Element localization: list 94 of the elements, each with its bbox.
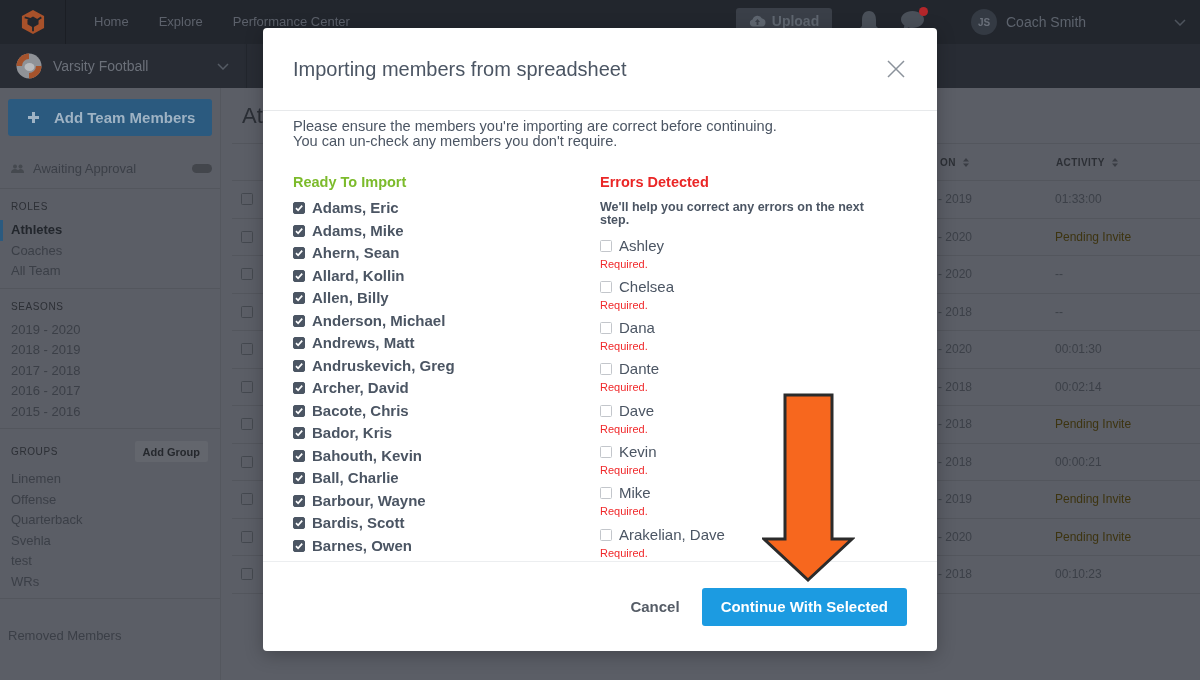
checkbox[interactable] <box>293 539 305 552</box>
member-name: Bador, Kris <box>312 424 393 443</box>
table-cell-text: -- <box>1055 304 1064 319</box>
cloud-upload-icon <box>748 14 766 27</box>
user-name[interactable]: Coach Smith <box>1006 14 1087 30</box>
sort-icon <box>1111 157 1118 167</box>
checkbox[interactable] <box>241 380 253 393</box>
error-message: Required. <box>600 504 648 519</box>
sort-icon <box>962 157 969 167</box>
nav-link[interactable]: Performance Center <box>232 14 350 28</box>
nav-link[interactable]: Home <box>94 14 129 28</box>
checkbox[interactable] <box>241 193 253 206</box>
logo-icon[interactable] <box>20 9 45 35</box>
add-team-members-button[interactable]: Add Team Members <box>8 99 212 136</box>
checkbox[interactable] <box>293 517 305 530</box>
intro-text: Please ensure the members you're importing are correct before continuing. <box>293 118 777 134</box>
checkbox[interactable] <box>241 530 253 543</box>
help-note: We'll help you correct any errors on the next step. <box>600 201 865 227</box>
member-name: Barbour, Wayne <box>312 491 426 510</box>
table-cell-text: Pending Invite <box>1055 417 1133 432</box>
member-name: Anderson, Michael <box>312 311 446 330</box>
close-icon <box>887 60 905 78</box>
checkbox[interactable] <box>293 224 305 237</box>
table-cell-text: Pending Invite <box>1055 492 1133 507</box>
member-name: Ashley <box>619 236 665 255</box>
checkbox[interactable] <box>293 202 305 215</box>
member-name: Adams, Eric <box>312 199 399 218</box>
checkbox[interactable] <box>241 305 253 318</box>
checkbox[interactable] <box>293 292 305 305</box>
checkbox[interactable] <box>293 382 305 395</box>
error-message: Required. <box>600 297 648 312</box>
member-name: Dave <box>619 401 655 420</box>
cancel-button[interactable]: Cancel <box>630 598 680 615</box>
checkbox[interactable] <box>293 269 305 282</box>
sidebar-item[interactable]: Athletes <box>0 220 220 241</box>
error-message: Required. <box>600 256 648 271</box>
table-cell-text: Pending Invite <box>1055 229 1133 244</box>
member-name: Ahern, Sean <box>312 244 400 263</box>
error-message: Required. <box>600 421 648 436</box>
member-name: Kevin <box>619 443 657 461</box>
intro-text: You can un-check any members you don't require. <box>293 133 618 149</box>
member-name: Andruskevich, Greg <box>312 356 455 375</box>
checkbox[interactable] <box>241 455 253 468</box>
checkbox[interactable] <box>241 268 253 281</box>
member-name: Dana <box>619 319 655 338</box>
team-name[interactable]: Varsity Football <box>53 58 149 74</box>
checkbox[interactable] <box>293 427 305 440</box>
error-message: Required. <box>600 545 648 560</box>
table-cell-text: Pending Invite <box>1055 529 1133 544</box>
chat-icon[interactable] <box>900 10 925 28</box>
column-heading: Errors Detected <box>600 173 709 191</box>
member-name: Dante <box>619 360 660 379</box>
checkbox[interactable] <box>241 230 253 243</box>
error-message: Required. <box>600 339 648 354</box>
error-message: Required. <box>600 380 648 395</box>
member-name: Ball, Charlie <box>312 469 399 488</box>
chevron-down-icon[interactable] <box>1174 18 1186 26</box>
checkbox[interactable] <box>293 314 305 327</box>
checkbox[interactable] <box>241 418 253 431</box>
close-button[interactable] <box>887 60 905 78</box>
checkbox[interactable] <box>293 404 305 417</box>
member-name: Andrews, Matt <box>312 334 415 353</box>
checkbox[interactable] <box>293 472 305 485</box>
member-name: Barnes, Owen <box>312 536 413 555</box>
bell-icon[interactable] <box>858 10 880 28</box>
column-heading: Ready To Import <box>293 173 407 191</box>
member-name: Allard, Kollin <box>312 266 405 285</box>
member-name: Bahouth, Kevin <box>312 446 422 465</box>
member-name: Chelsea <box>619 277 675 296</box>
checkbox[interactable] <box>241 493 253 506</box>
dialog-title: Importing members from spreadsheet <box>293 57 627 81</box>
pill-icon <box>192 163 212 173</box>
team-logo-icon <box>16 53 42 79</box>
chevron-down-icon[interactable] <box>217 62 229 70</box>
member-name: Bardis, Scott <box>312 514 405 533</box>
error-message: Required. <box>600 463 648 477</box>
member-name: Bacote, Chris <box>312 401 409 420</box>
table-cell-text: -- <box>1055 267 1064 282</box>
checkbox[interactable] <box>241 343 253 356</box>
plus-icon <box>28 112 39 123</box>
member-name: Arakelian, Dave <box>619 525 725 544</box>
checkbox[interactable] <box>293 337 305 350</box>
member-name: Mike <box>619 484 651 503</box>
add-group-button[interactable]: Add Group <box>134 441 208 462</box>
member-name: Allen, Billy <box>312 289 389 308</box>
checkbox[interactable] <box>241 568 253 581</box>
member-name: Archer, David <box>312 379 409 398</box>
checkbox[interactable] <box>293 359 305 372</box>
member-name: Adams, Mike <box>312 221 404 240</box>
nav-link[interactable]: Explore <box>158 14 203 28</box>
checkbox[interactable] <box>293 449 305 462</box>
checkbox[interactable] <box>293 494 305 507</box>
continue-button[interactable]: Continue With Selected <box>701 587 907 626</box>
checkbox[interactable] <box>293 247 305 260</box>
